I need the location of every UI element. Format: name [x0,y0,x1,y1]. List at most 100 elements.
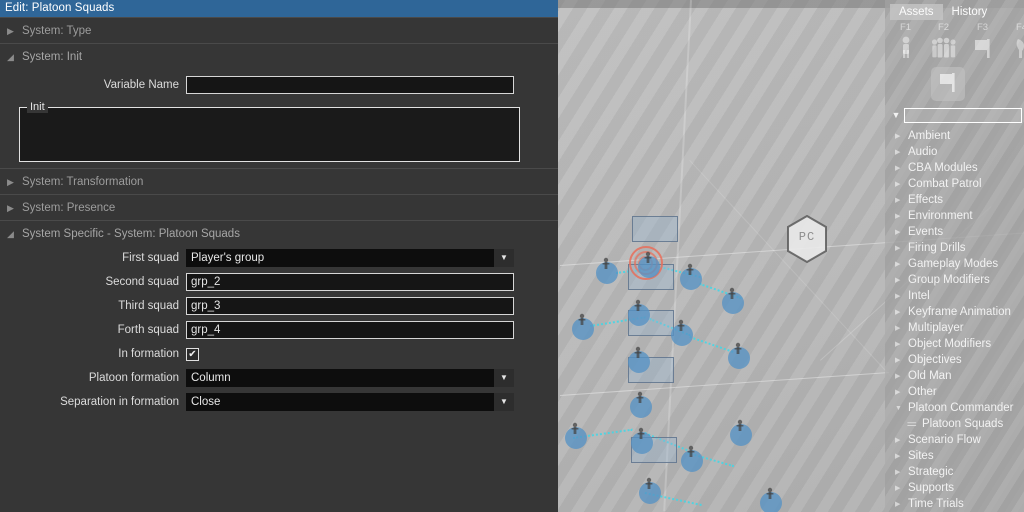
tree-item-objectives[interactable]: ▶ Objectives [885,352,1024,368]
tree-item-audio[interactable]: ▶ Audio [885,144,1024,160]
separation-in-formation-label: Separation in formation [60,396,179,408]
tree-item-strategic[interactable]: ▶ Strategic [885,464,1024,480]
unit-marker[interactable] [671,319,697,346]
tree-item-keyframe-animation[interactable]: ▶ Keyframe Animation [885,304,1024,320]
unit-marker[interactable] [728,342,754,369]
separation-in-formation-control: Close ▼ [186,393,514,411]
chevron-down-icon: ◢ [7,51,14,62]
tree-item-label: Intel [908,290,930,302]
second-squad-input[interactable]: grp_2 [186,273,514,291]
tree-item-events[interactable]: ▶ Events [885,224,1024,240]
unit-marker[interactable] [760,487,786,512]
unit-marker[interactable] [681,445,707,472]
tree-item-old-man[interactable]: ▶ Old Man [885,368,1024,384]
separation-in-formation-dropdown[interactable]: Close ▼ [186,393,514,411]
chevron-right-icon: ▶ [895,228,901,236]
tree-item-scenario-flow[interactable]: ▶ Scenario Flow [885,432,1024,448]
tab-assets[interactable]: Assets [890,4,943,20]
chevron-right-icon: ▶ [895,276,901,284]
section-system-init[interactable]: ◢ System: Init [0,43,558,69]
tree-item-intel[interactable]: ▶ Intel [885,288,1024,304]
sidebar-content: Assets History F1 F2 F3 F ▼ ▶ Ambient ▶ … [885,0,1024,512]
section-label: System: Init [22,50,83,63]
tree-item-label: Audio [908,146,938,158]
tree-item-cba-modules[interactable]: ▶ CBA Modules [885,160,1024,176]
tree-item-label: Events [908,226,944,238]
tree-item-label: Multiplayer [908,322,964,334]
first-squad-dropdown[interactable]: Player's group ▼ [186,249,514,267]
forth-squad-input[interactable]: grp_4 [186,321,514,339]
chevron-right-icon: ▶ [895,292,901,300]
tree-item-firing-drills[interactable]: ▶ Firing Drills [885,240,1024,256]
editor-application: PC Edit: Platoon Squads ▶ System: Type ◢… [0,0,1024,512]
selected-flag-marker-tool[interactable] [931,67,965,101]
unit-marker[interactable] [628,346,654,373]
soldier-icon [686,445,696,460]
tool-f2-key: F2 [937,22,950,33]
tree-item-object-modifiers[interactable]: ▶ Object Modifiers [885,336,1024,352]
flag-marker-icon [937,71,959,98]
unit-marker[interactable] [630,391,656,418]
tool-f3[interactable]: F3 [966,22,999,59]
section-system-specific[interactable]: ◢ System Specific - System: Platoon Squa… [0,220,558,246]
tree-item-platoon-squads[interactable]: == Platoon Squads [885,416,1024,432]
unit-marker[interactable] [596,257,622,284]
unit-marker[interactable] [730,419,756,446]
variable-name-input[interactable] [186,76,514,94]
first-squad-label: First squad [122,252,179,264]
tree-item-other[interactable]: ▶ Other [885,384,1024,400]
tree-item-multiplayer[interactable]: ▶ Multiplayer [885,320,1024,336]
tab-history[interactable]: History [943,4,997,20]
forth-squad-label: Forth squad [117,324,179,336]
tool-f1[interactable]: F1 [889,22,922,59]
chevron-right-icon: ▶ [895,260,901,268]
section-system-type[interactable]: ▶ System: Type [0,17,558,43]
soldier-icon [735,419,745,434]
tree-item-platoon-commander[interactable]: ▼ Platoon Commander [885,400,1024,416]
unit-marker[interactable] [680,263,706,290]
check-icon: ✔ [188,348,197,360]
unit-marker[interactable] [638,251,664,278]
single-unit-icon [889,33,922,59]
soldier-icon [733,342,743,357]
asset-tree: ▶ Ambient ▶ Audio ▶ CBA Modules ▶ Combat Pat… [885,126,1024,512]
unit-marker[interactable] [628,299,654,326]
init-code-textarea[interactable] [20,108,519,161]
tool-f4[interactable]: F4 [1005,22,1024,59]
soldier-icon [570,422,580,437]
soldier-icon [685,263,695,278]
unit-marker[interactable] [722,287,748,314]
tree-item-label: Firing Drills [908,242,966,254]
tree-item-gameplay-modes[interactable]: ▶ Gameplay Modes [885,256,1024,272]
tree-item-ambient[interactable]: ▶ Ambient [885,128,1024,144]
tree-item-time-trials[interactable]: ▶ Time Trials [885,496,1024,512]
search-input[interactable] [904,107,1022,123]
tree-item-supports[interactable]: ▶ Supports [885,480,1024,496]
tree-item-environment[interactable]: ▶ Environment [885,208,1024,224]
section-system-presence[interactable]: ▶ System: Presence [0,194,558,220]
tree-item-effects[interactable]: ▶ Effects [885,192,1024,208]
chevron-down-icon[interactable]: ▼ [494,369,514,387]
second-squad-label: Second squad [105,276,179,288]
section-system-transformation[interactable]: ▶ System: Transformation [0,168,558,194]
platoon-formation-dropdown[interactable]: Column ▼ [186,369,514,387]
page-title: Edit: Platoon Squads [5,2,115,14]
chevron-down-icon[interactable]: ▼ [494,249,514,267]
tool-f2[interactable]: F2 [927,22,960,59]
unit-marker[interactable] [631,427,657,454]
chevron-down-icon[interactable]: ▼ [494,393,514,411]
second-squad-row: Second squad grp_2 [0,270,558,294]
unit-selection-box[interactable] [632,216,678,242]
tree-item-sites[interactable]: ▶ Sites [885,448,1024,464]
platoon-commander-badge[interactable]: PC [786,214,828,264]
tree-item-group-modifiers[interactable]: ▶ Group Modifiers [885,272,1024,288]
in-formation-checkbox[interactable]: ✔ [186,347,199,361]
unit-marker[interactable] [565,422,591,449]
third-squad-label: Third squad [118,300,179,312]
tree-item-combat-patrol[interactable]: ▶ Combat Patrol [885,176,1024,192]
unit-marker[interactable] [639,477,665,504]
filter-dropdown-icon[interactable]: ▼ [888,110,904,120]
unit-marker[interactable] [572,313,598,340]
third-squad-input[interactable]: grp_3 [186,297,514,315]
tree-item-label: Gameplay Modes [908,258,999,270]
